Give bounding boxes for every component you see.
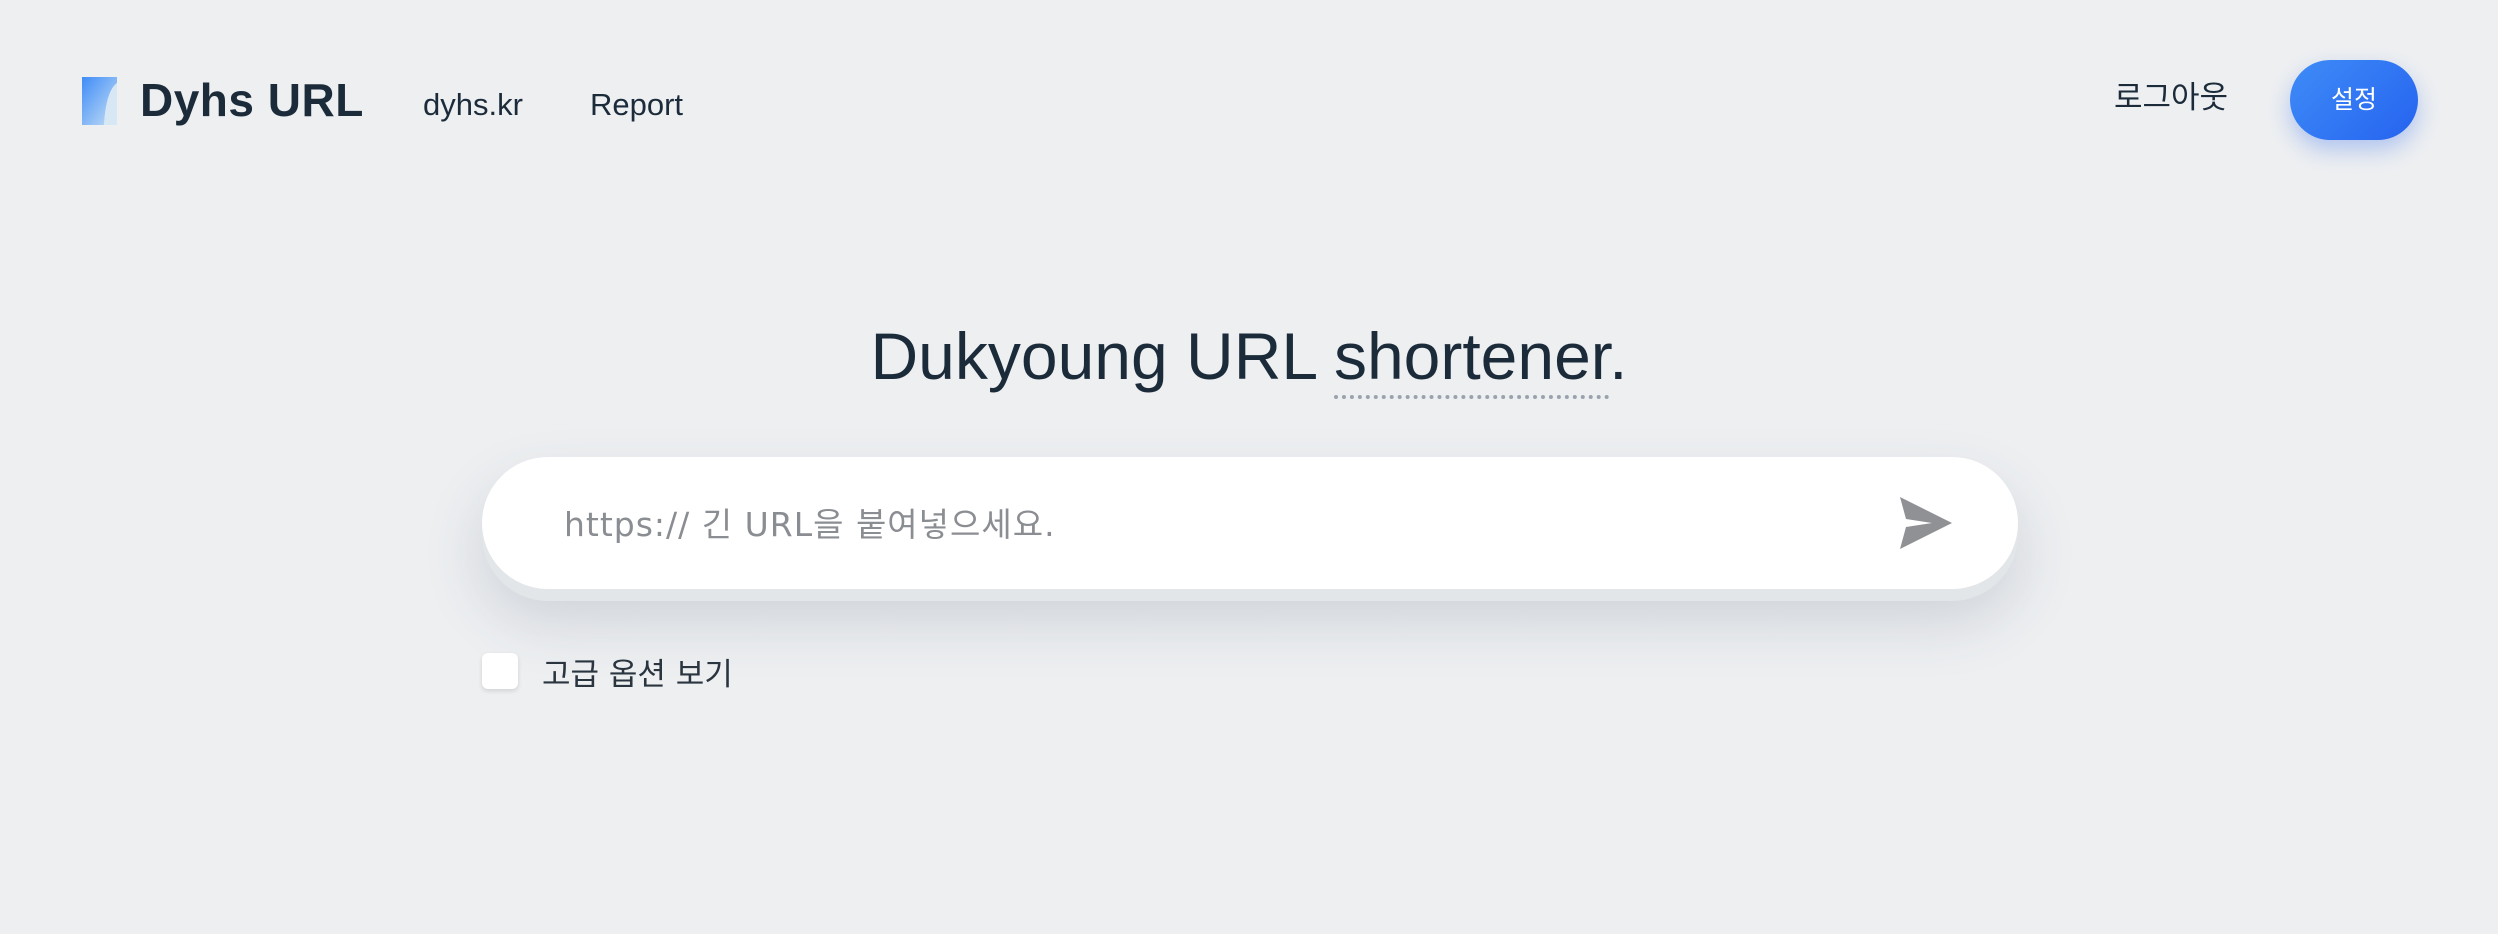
settings-button[interactable]: 설정 bbox=[2290, 60, 2418, 140]
brand-name[interactable]: Dyhs URL bbox=[140, 70, 364, 130]
logo-icon bbox=[82, 77, 117, 125]
headline-suffix: . bbox=[1609, 319, 1628, 394]
send-button[interactable] bbox=[1894, 493, 1958, 553]
logout-link[interactable]: 로그아웃 bbox=[2114, 78, 2228, 118]
url-input[interactable] bbox=[562, 457, 1866, 591]
advanced-options-label[interactable]: 고급 옵션 보기 bbox=[542, 649, 733, 694]
url-input-container bbox=[482, 457, 2018, 591]
page-title: Dukyoung URL shortener. bbox=[0, 314, 2498, 400]
nav-link-dyhs[interactable]: dyhs.kr bbox=[423, 85, 523, 125]
advanced-options-row: 고급 옵션 보기 bbox=[482, 649, 733, 694]
paper-plane-icon bbox=[1900, 497, 1952, 549]
advanced-options-checkbox[interactable] bbox=[482, 653, 518, 689]
headline-prefix: Dukyoung URL bbox=[870, 319, 1334, 394]
nav-link-report[interactable]: Report bbox=[590, 85, 683, 125]
headline-underlined-word: shortener bbox=[1333, 319, 1610, 400]
page: Dyhs URL dyhs.kr Report 로그아웃 설정 Dukyoung… bbox=[0, 0, 2498, 934]
